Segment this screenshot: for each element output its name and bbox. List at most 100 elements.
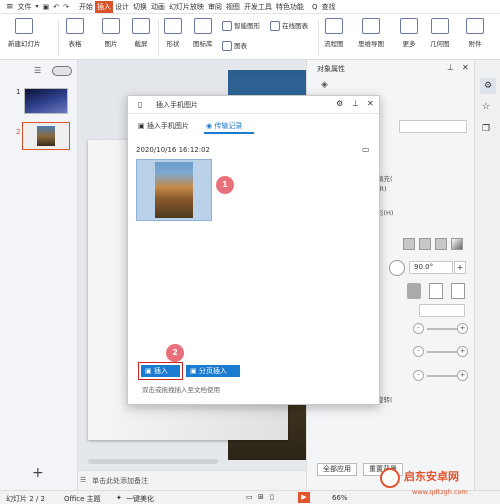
shape-icon [164,18,182,34]
color-dropdown[interactable] [419,304,465,317]
increase-button[interactable]: + [457,323,468,334]
chart-button[interactable]: 图表 [222,40,247,51]
properties-icon[interactable]: ⚙ [480,78,496,94]
side-toolbar: ⚙ ☆ ❐ [474,60,500,490]
gradient-slider[interactable] [407,283,421,299]
pin-icon[interactable]: ⊥ [447,63,454,72]
add-slide-icon[interactable]: + [32,465,44,481]
angle-input[interactable]: 90.0° [409,261,453,274]
tab-features[interactable]: 特色功能 [274,1,306,13]
more-button[interactable]: 更多 [400,18,418,48]
tab-design[interactable]: 设计 [113,1,131,13]
copy-icon[interactable]: ❐ [482,124,490,134]
slide-view-icon[interactable] [52,66,72,76]
watermark-url: www.qdtzgh.com [412,488,468,496]
screenshot-button[interactable]: 截屏 [132,18,150,48]
folder-icon[interactable]: ▭ [362,145,370,154]
smart-graphic-button[interactable]: 智能图形 [222,20,260,31]
decrease-button[interactable]: - [413,346,424,357]
fill-type-dropdown[interactable] [399,120,467,133]
redo-icon[interactable]: ↷ [61,1,71,13]
chevron-down-icon[interactable]: ▾ [34,1,41,13]
table-button[interactable]: 表格 [66,18,84,48]
tab-animation[interactable]: 动画 [149,1,167,13]
gradient-style-4[interactable] [451,238,463,250]
outline-view-icon[interactable]: ☰ [34,66,41,75]
thumbnail-photo [37,126,55,146]
slide-thumbnail-2[interactable] [22,122,70,150]
tab-view[interactable]: 视图 [224,1,242,13]
tab-insert-phone-picture[interactable]: ▣ 插入手机图片 [138,121,189,131]
insert-button[interactable]: ▣ 插入 [141,365,180,377]
attachment-button[interactable]: 附件 [466,18,484,48]
gear-icon[interactable]: ⚙ [336,99,343,108]
transferred-image-thumbnail[interactable] [136,159,212,221]
shape-button[interactable]: 形状 [164,18,182,48]
tab-transfer-record[interactable]: ◉ 传输记录 [206,121,242,131]
increase-button[interactable]: + [457,346,468,357]
geometry-button[interactable]: 几何图 [430,18,450,48]
remove-stop-button[interactable] [451,283,465,299]
logo-icon [380,468,400,488]
divider [58,20,59,56]
horizontal-scrollbar[interactable] [88,459,218,464]
search-icon[interactable]: Q [310,1,320,13]
gradient-style-1[interactable] [403,238,415,250]
new-slide-button[interactable]: 新建幻灯片 [8,18,41,48]
tab-review[interactable]: 审阅 [206,1,224,13]
slide-thumbnail-1[interactable] [24,88,68,114]
panel-title: 对象属性 [317,65,345,73]
picture-button[interactable]: 图片 [102,18,120,48]
tab-slideshow[interactable]: 幻灯片放映 [167,1,206,13]
save-icon[interactable]: ▣ [41,1,52,13]
tab-developer[interactable]: 开发工具 [242,1,274,13]
menu-icon[interactable]: ≡ [4,1,16,13]
divider [318,20,319,56]
step-badge: 2 [166,344,184,362]
flowchart-button[interactable]: 流程图 [324,18,344,48]
close-icon[interactable]: ✕ [367,99,374,108]
add-stop-button[interactable] [429,283,443,299]
angle-increment[interactable]: + [454,261,466,274]
scissors-icon [132,18,150,34]
tab-transition[interactable]: 切换 [131,1,149,13]
mindmap-button[interactable]: 思维导图 [358,18,384,48]
search-box[interactable]: 查找 [319,1,337,13]
tab-home[interactable]: 开始 [77,1,95,13]
thumb-number: 2 [16,128,21,136]
grid-view-icon[interactable]: ⊞ [258,493,264,501]
reading-view-icon[interactable]: ▯ [270,493,274,501]
table-icon [66,18,84,34]
notes-area[interactable]: ☰ 单击此处添加备注 [78,470,306,490]
page-insert-button[interactable]: ▣ 分页插入 [186,365,240,377]
tab-insert[interactable]: 插入 [94,0,113,13]
decrease-button[interactable]: - [413,323,424,334]
transparency-slider[interactable] [427,328,457,330]
file-menu[interactable]: 文件 [16,1,34,13]
normal-view-icon[interactable]: ▭ [246,493,253,501]
thumbnail-photo [155,162,193,218]
gradient-style-3[interactable] [435,238,447,250]
gradient-style-2[interactable] [419,238,431,250]
position-slider[interactable] [427,375,457,377]
pin-icon[interactable]: ⊥ [352,99,359,108]
star-icon[interactable]: ☆ [482,102,490,112]
online-chart-button[interactable]: 在线图表 [270,20,308,31]
increase-button[interactable]: + [457,370,468,381]
slide-counter: 幻灯片 2 / 2 [6,495,45,503]
beautify-button[interactable]: 一键美化 [126,494,154,504]
zoom-level[interactable]: 66% [332,494,348,502]
icon-library-button[interactable]: 图标库 [193,18,213,48]
thumb-number: 1 [16,88,21,96]
angle-dial[interactable] [389,260,405,276]
brightness-slider[interactable] [427,351,457,353]
divider [128,113,379,114]
attachment-icon [466,18,484,34]
play-button[interactable]: ▶ [298,492,310,503]
theme-name[interactable]: Office 主题 [64,494,101,504]
apply-all-button[interactable]: 全部应用 [317,463,357,476]
fill-bucket-icon[interactable]: ◈ [321,80,328,90]
undo-icon[interactable]: ↶ [51,1,61,13]
close-icon[interactable]: ✕ [462,63,469,72]
decrease-button[interactable]: - [413,370,424,381]
